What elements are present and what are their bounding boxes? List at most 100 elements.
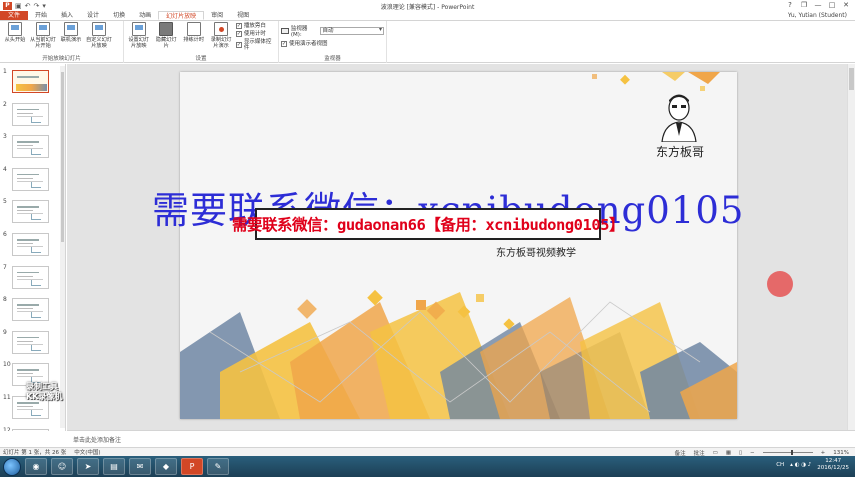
- thumb-line: [17, 239, 39, 241]
- current-slide[interactable]: 东方板哥 东方板哥视频教学: [180, 72, 737, 419]
- presenter-view-checkbox[interactable]: ✓ 使用演示者视图: [281, 41, 384, 47]
- tab-transitions[interactable]: 切换: [106, 11, 132, 20]
- thumbnail-image[interactable]: [12, 167, 49, 191]
- thumbnail-item[interactable]: 8: [0, 296, 60, 324]
- scrollbar-thumb[interactable]: [61, 72, 64, 242]
- tab-animations[interactable]: 动画: [132, 11, 158, 20]
- thumbnail-number: 2: [3, 100, 7, 108]
- thumbnail-image[interactable]: [12, 428, 49, 431]
- thumb-line: [17, 108, 39, 111]
- thumb-line: [17, 275, 33, 277]
- tab-design[interactable]: 设计: [80, 11, 106, 20]
- wechat-icon[interactable]: ✉: [129, 458, 151, 475]
- slideshow-icon: [8, 22, 22, 36]
- hide-slide-icon: [159, 22, 174, 36]
- scrollbar-thumb[interactable]: [849, 68, 854, 90]
- tab-file[interactable]: 文件: [0, 11, 29, 20]
- thumbnail-item[interactable]: 5: [0, 198, 60, 226]
- thumb-line: [17, 112, 33, 114]
- thumbnail-item[interactable]: 6: [0, 231, 60, 259]
- minimize-button[interactable]: —: [811, 0, 825, 11]
- browser-icon[interactable]: ◉: [25, 458, 47, 475]
- save-icon[interactable]: ▣: [15, 2, 22, 10]
- thumbnail-image[interactable]: [12, 200, 49, 224]
- arrow-app-icon[interactable]: ➤: [77, 458, 99, 475]
- thumbnail-item[interactable]: 1: [0, 68, 60, 96]
- notes-pane[interactable]: 单击此处添加备注: [67, 430, 855, 446]
- thumb-diagram: [31, 214, 41, 221]
- thumbnail-image[interactable]: [12, 330, 49, 354]
- thumb-diagram: [31, 181, 41, 188]
- language-indicator[interactable]: 中文(中国): [74, 448, 100, 456]
- thumb-line: [17, 177, 33, 179]
- play-narrations-checkbox[interactable]: ✓ 播放旁白: [235, 23, 276, 29]
- normal-view-icon[interactable]: ▭: [713, 450, 718, 456]
- tab-home[interactable]: 开始: [28, 11, 54, 20]
- tab-view[interactable]: 视图: [230, 11, 256, 20]
- main-scrollbar[interactable]: [847, 64, 855, 430]
- thumb-line: [17, 304, 39, 306]
- zoom-out-icon[interactable]: −: [750, 450, 755, 456]
- thumbnail-item[interactable]: 7: [0, 264, 60, 292]
- monitor-label: 监视器(M):: [290, 26, 308, 38]
- group-start-slideshow: 从头开始 从当前幻灯片开始 联机演示 自定义幻灯片放映 开始放映幻灯片: [0, 21, 124, 63]
- tab-insert[interactable]: 插入: [54, 11, 80, 20]
- game-app-icon[interactable]: ◆: [155, 458, 177, 475]
- monitor-select[interactable]: 自动: [319, 27, 384, 35]
- show-media-controls-checkbox[interactable]: ✓ 显示媒体控件: [235, 39, 276, 51]
- media-app-icon[interactable]: ☺: [51, 458, 73, 475]
- thumb-line: [17, 76, 39, 78]
- tab-slideshow[interactable]: 幻灯片放映: [158, 11, 205, 20]
- slideshow-current-icon: [36, 22, 50, 36]
- thumbnail-item[interactable]: 2: [0, 101, 60, 129]
- thumbnail-item[interactable]: 3: [0, 133, 60, 161]
- redo-icon[interactable]: ↷: [34, 2, 40, 10]
- author-portrait-icon: [661, 94, 697, 142]
- reading-view-icon[interactable]: ▯: [739, 450, 742, 456]
- undo-icon[interactable]: ↶: [25, 2, 31, 10]
- zoom-slider[interactable]: [762, 450, 813, 455]
- clock-time: 12:47: [825, 458, 842, 464]
- thumbnail-number: 1: [3, 68, 7, 75]
- title-bar: P ▣ ↶ ↷ ▾ 波浪理论 [兼容模式] - PowerPoint ? ❐ —…: [0, 0, 855, 11]
- tray-icons[interactable]: ▴ ◐ ◑ ♪: [790, 462, 811, 468]
- thumb-line: [17, 373, 33, 375]
- help-button[interactable]: ?: [783, 0, 797, 11]
- start-button[interactable]: [3, 457, 21, 476]
- sorter-view-icon[interactable]: ▦: [726, 450, 731, 456]
- group-monitors-label: 监视器: [324, 56, 341, 62]
- rehearse-label: 排练计时: [183, 37, 205, 43]
- thumbnail-image[interactable]: [12, 233, 49, 256]
- thumbnail-item[interactable]: 4: [0, 166, 60, 194]
- use-timings-checkbox[interactable]: ✓ 使用计时: [235, 31, 276, 37]
- tab-review[interactable]: 审阅: [204, 11, 230, 20]
- zoom-in-icon[interactable]: +: [821, 450, 826, 456]
- clock-icon: [186, 22, 201, 36]
- thumbnail-image[interactable]: [12, 298, 49, 322]
- slide-subtitle: 东方板哥视频教学: [496, 248, 576, 259]
- checkbox-mark: ✓: [281, 41, 287, 47]
- thumbnail-image[interactable]: [12, 102, 49, 126]
- thumbnail-item[interactable]: 12: [0, 427, 60, 431]
- input-language[interactable]: CH: [776, 462, 784, 468]
- powerpoint-taskbar-icon[interactable]: P: [181, 458, 203, 475]
- file-explorer-icon[interactable]: ▤: [103, 458, 125, 475]
- customize-icon[interactable]: ▾: [42, 2, 46, 10]
- thumbnail-image[interactable]: [12, 70, 49, 93]
- zoom-level[interactable]: 131%: [833, 450, 849, 456]
- tool-app-icon[interactable]: ✎: [207, 458, 229, 475]
- thumbnails-scrollbar[interactable]: [60, 66, 65, 428]
- maximize-button[interactable]: □: [825, 0, 839, 11]
- close-button[interactable]: ✕: [839, 0, 853, 11]
- thumbnail-image[interactable]: [12, 135, 49, 159]
- thumbnail-item[interactable]: 9: [0, 329, 60, 357]
- monitor-icon: [281, 28, 289, 34]
- slide-background-shapes: [180, 72, 737, 419]
- taskbar-clock[interactable]: 12:47 2016/12/25: [817, 458, 849, 472]
- ribbon-display-button[interactable]: ❐: [797, 0, 811, 11]
- thumb-line: [17, 308, 33, 310]
- thumbnail-image[interactable]: [12, 265, 49, 289]
- thumb-diagram: [31, 312, 41, 319]
- user-account[interactable]: Yu, Yutian (Student): [788, 11, 847, 21]
- online-present-label: 联机演示: [60, 37, 82, 43]
